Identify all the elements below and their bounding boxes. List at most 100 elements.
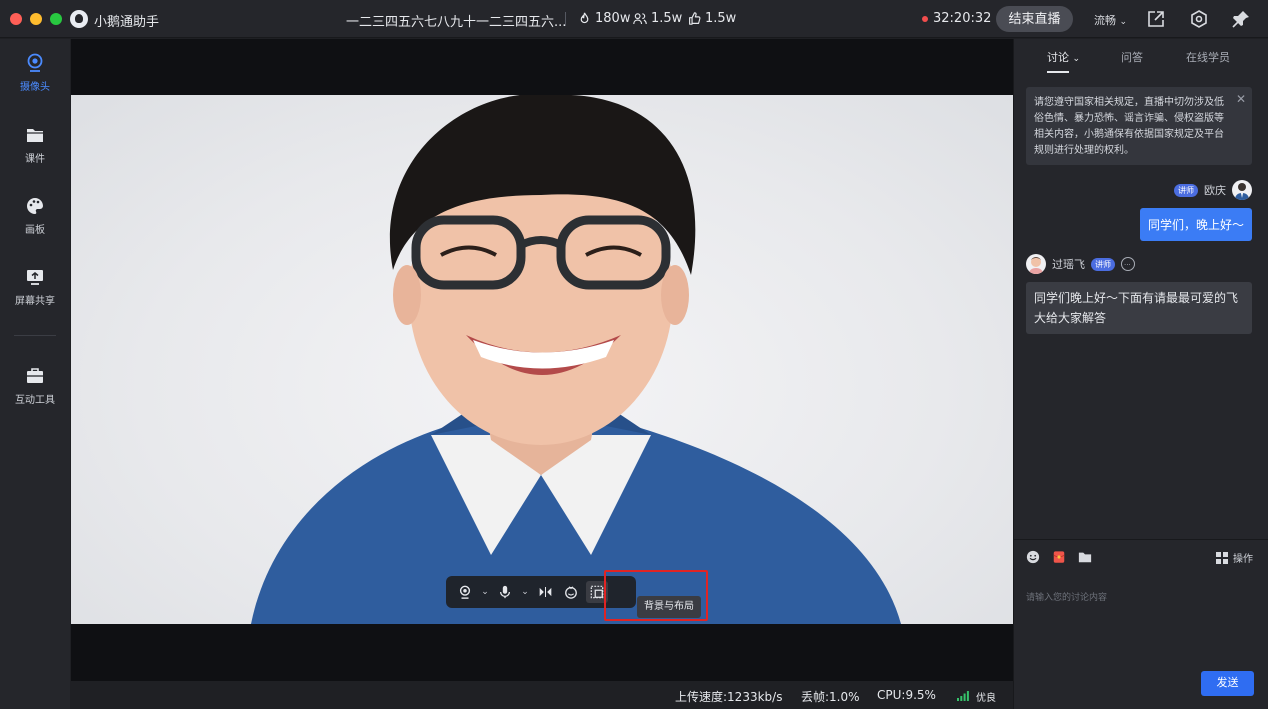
send-button[interactable]: 发送 <box>1201 671 1254 696</box>
quality-label: 流畅 <box>1094 14 1116 27</box>
camera-options-caret[interactable]: ⌄ <box>480 581 490 603</box>
sidebar-divider <box>14 335 56 336</box>
live-title: 一二三四五六七八九十一二三四五六... <box>346 15 567 30</box>
input-toolbar <box>1026 550 1092 564</box>
lecturer-badge: 讲师 <box>1174 183 1198 197</box>
frame-drop-value: 1.0% <box>829 690 860 704</box>
video-stage: ⌄ ⌄ 背景与布局 <box>71 39 1013 681</box>
lecturer-badge: 讲师 <box>1091 257 1115 271</box>
close-icon[interactable]: ✕ <box>1236 91 1246 107</box>
more-options-icon[interactable]: ··· <box>1121 257 1135 271</box>
message-bubble-left: 同学们晚上好～下面有请最最可爱的飞大给大家解答 <box>1026 282 1252 334</box>
upload-speed-label: 上传速度: <box>675 690 728 704</box>
end-live-button[interactable]: 结束直播 <box>996 6 1073 32</box>
frame-drop-label: 丢帧: <box>801 690 830 704</box>
app-logo-icon <box>70 10 88 28</box>
minimize-window-button[interactable] <box>30 13 42 25</box>
left-sidebar: 摄像头 课件 画板 屏幕共享 互动工具 <box>0 39 70 709</box>
window-controls <box>10 13 62 25</box>
operation-label: 操作 <box>1233 554 1253 565</box>
palette-icon <box>27 198 43 214</box>
chat-tabs: 讨论 ⌄ 问答 在线学员 <box>1014 39 1268 75</box>
sidebar-item-whiteboard[interactable]: 画板 <box>0 196 70 236</box>
upload-speed: 上传速度:1233kb/s <box>675 688 782 705</box>
views-count: 180w <box>595 11 631 26</box>
toolbox-icon <box>27 368 43 383</box>
maximize-window-button[interactable] <box>50 13 62 25</box>
sidebar-item-label: 屏幕共享 <box>15 296 55 307</box>
cpu-label: CPU: <box>877 688 906 702</box>
operation-menu[interactable]: 操作 <box>1216 550 1253 565</box>
presenter-video <box>251 95 901 624</box>
pin-icon[interactable] <box>1231 9 1251 29</box>
title-bar: 小鹅通助手 一二三四五六七八九十一二三四五六... 180w 1.5w 1.5w… <box>0 0 1268 38</box>
tab-online-students[interactable]: 在线学员 <box>1186 49 1230 65</box>
sidebar-item-label: 互动工具 <box>15 395 55 406</box>
avatar[interactable] <box>1026 254 1046 274</box>
camera-toggle-button[interactable] <box>454 581 476 603</box>
sidebar-item-label: 画板 <box>25 225 45 236</box>
tab-discussion-label: 讨论 <box>1047 51 1069 64</box>
likes-count: 1.5w <box>705 11 737 26</box>
chevron-down-icon: ⌄ <box>1072 54 1081 64</box>
mirror-icon <box>539 587 551 597</box>
share-icon[interactable] <box>1146 9 1166 29</box>
fire-icon <box>580 12 589 24</box>
sidebar-item-courseware[interactable]: 课件 <box>0 125 70 165</box>
camera-icon <box>459 585 471 599</box>
microphone-options-caret[interactable]: ⌄ <box>520 581 530 603</box>
discussion-input[interactable] <box>1026 588 1256 608</box>
close-window-button[interactable] <box>10 13 22 25</box>
notice-banner: 请您遵守国家相关规定，直播中切勿涉及低俗色情、暴力恐怖、谣言诈骗、侵权盗版等相关… <box>1026 87 1252 165</box>
emoji-icon[interactable] <box>1026 550 1040 564</box>
online-stat: 1.5w <box>633 11 682 26</box>
mirror-button[interactable] <box>534 581 556 603</box>
quality-select[interactable]: 流畅 ⌄ <box>1094 12 1127 28</box>
sidebar-item-camera[interactable]: 摄像头 <box>0 53 70 93</box>
avatar[interactable] <box>1232 180 1252 200</box>
highlight-box <box>604 570 708 621</box>
camera-icon <box>27 53 43 72</box>
beauty-icon <box>565 586 577 599</box>
notice-text: 请您遵守国家相关规定，直播中切勿涉及低俗色情、暴力恐怖、谣言诈骗、侵权盗版等相关… <box>1034 97 1224 156</box>
settings-icon[interactable] <box>1189 9 1209 29</box>
message-meta-right: 讲师 欧庆 <box>1174 180 1252 200</box>
folder-icon <box>27 129 43 142</box>
sidebar-item-label: 课件 <box>25 154 45 165</box>
tab-qa[interactable]: 问答 <box>1121 49 1143 65</box>
screen-share-icon <box>27 270 43 285</box>
sender-name: 欧庆 <box>1204 184 1226 197</box>
microphone-icon <box>499 585 511 599</box>
avatar-image <box>1235 183 1249 200</box>
network-quality: 优良 <box>976 693 996 704</box>
beauty-button[interactable] <box>560 581 582 603</box>
message-meta-left: 过瑶飞 讲师 ··· <box>1026 254 1135 274</box>
title-divider <box>565 12 566 26</box>
users-icon <box>633 13 647 24</box>
avatar-image <box>1029 257 1043 274</box>
status-bar: 上传速度:1233kb/s 丢帧:1.0% CPU:9.5% 优良 <box>71 681 1013 709</box>
recording-indicator <box>922 16 928 22</box>
likes-stat: 1.5w <box>688 11 736 26</box>
cpu-value: 9.5% <box>905 688 936 702</box>
sidebar-item-screen-share[interactable]: 屏幕共享 <box>0 267 70 307</box>
sidebar-item-interactive-tools[interactable]: 互动工具 <box>0 366 70 406</box>
chat-input-area: 操作 发送 <box>1014 539 1268 709</box>
tab-discussion[interactable]: 讨论 ⌄ <box>1047 49 1080 65</box>
upload-speed-value: 1233kb/s <box>727 690 783 704</box>
active-tab-indicator <box>1047 71 1069 73</box>
camera-preview <box>71 95 1013 624</box>
message-bubble-right: 同学们，晚上好～ <box>1139 208 1252 241</box>
frame-drop: 丢帧:1.0% <box>801 688 860 705</box>
app-window: 小鹅通助手 一二三四五六七八九十一二三四五六... 180w 1.5w 1.5w… <box>0 0 1268 709</box>
online-count: 1.5w <box>651 11 683 26</box>
app-name: 小鹅通助手 <box>94 15 160 30</box>
thumbs-up-icon <box>689 12 701 25</box>
grid-icon <box>1216 551 1228 564</box>
microphone-toggle-button[interactable] <box>494 581 516 603</box>
sender-name: 过瑶飞 <box>1052 258 1085 271</box>
chat-panel: 讨论 ⌄ 问答 在线学员 请您遵守国家相关规定，直播中切勿涉及低俗色情、暴力恐怖… <box>1013 39 1268 709</box>
folder-icon[interactable] <box>1078 550 1092 564</box>
background-layout-icon <box>590 585 604 599</box>
red-packet-icon[interactable] <box>1052 550 1066 564</box>
